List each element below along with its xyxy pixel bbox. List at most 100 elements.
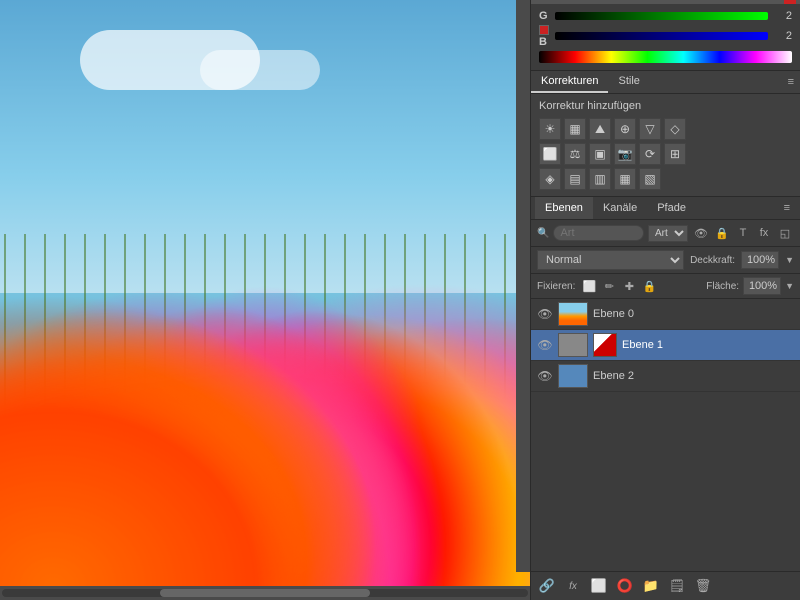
korrektur-icons-row2: ⬜ ⚖ ▣ 📷 ⟳ ⊞: [539, 143, 792, 165]
layer-thumbnail-ebene2: [558, 364, 588, 388]
canvas-scrollbar-horizontal[interactable]: [0, 586, 530, 600]
layers-tabs: Ebenen Kanäle Pfade ≡: [531, 197, 800, 220]
flaeche-label: Fläche:: [706, 281, 739, 292]
layer-item-ebene1[interactable]: 👁 Ebene 1: [531, 330, 800, 361]
layer-name-ebene0: Ebene 0: [593, 308, 794, 320]
korr-bw-icon[interactable]: ▣: [589, 143, 611, 165]
thumb-mask-bg: [559, 334, 587, 356]
korr-brightness-icon[interactable]: ☀: [539, 118, 561, 140]
korr-curves-icon[interactable]: ⛰: [589, 118, 611, 140]
tab-stile[interactable]: Stile: [608, 71, 649, 93]
layer-mask-ebene1: [593, 333, 617, 357]
fixieren-label: Fixieren:: [537, 281, 575, 292]
fix-lock-icon[interactable]: 🔒: [641, 278, 657, 294]
b-channel-slider[interactable]: [555, 32, 768, 40]
korr-vibrance-icon[interactable]: ◇: [664, 118, 686, 140]
g-channel-value: 2: [772, 10, 792, 22]
color-gradient-bar[interactable]: [539, 51, 792, 63]
group-icon[interactable]: 📁: [641, 576, 661, 596]
channel-row-b: B 2: [539, 24, 792, 48]
tulips-flowers: [0, 176, 530, 586]
korr-invert-icon[interactable]: ◈: [539, 168, 561, 190]
layer-name-ebene1: Ebene 1: [622, 339, 794, 351]
blend-mode-row: Normal Deckkraft: ▼: [531, 247, 800, 274]
layers-list: 👁 Ebene 0 👁 Ebene 1 👁: [531, 299, 800, 571]
delete-layer-icon[interactable]: 🗑: [693, 576, 713, 596]
g-slider-fill: [555, 12, 768, 20]
thumb-blue-bg: [559, 365, 587, 387]
korr-gradient-icon[interactable]: ▽: [639, 118, 661, 140]
link-icon[interactable]: 🔗: [537, 576, 557, 596]
layers-toolbar: 🔍 Art 👁 🔒 T fx ◱: [531, 220, 800, 247]
layers-search-box[interactable]: [553, 225, 644, 241]
korrekturen-panel: Korrektur hinzufügen ☀ ▦ ⛰ ⊕ ▽ ◇ ⬜ ⚖ ▣ 📷…: [531, 94, 800, 197]
channel-row-g: G 2: [539, 10, 792, 22]
korr-gradient2-icon[interactable]: ▦: [614, 168, 636, 190]
fx-icon[interactable]: fx: [563, 576, 583, 596]
layer-item-ebene2[interactable]: 👁 Ebene 2: [531, 361, 800, 392]
tab-ebenen[interactable]: Ebenen: [535, 197, 593, 219]
mask-icon[interactable]: ⭕: [615, 576, 635, 596]
blend-mode-select[interactable]: Normal: [537, 250, 684, 270]
layers-tab-menu[interactable]: ≡: [778, 197, 796, 219]
layer-thumbnail-ebene0: [558, 302, 588, 326]
tab-pfade[interactable]: Pfade: [647, 197, 696, 219]
canvas-area: [0, 0, 530, 600]
panel-menu-button[interactable]: ≡: [782, 72, 800, 92]
opacity-label: Deckkraft:: [690, 255, 735, 266]
canvas-content: [0, 0, 530, 586]
layer-item-ebene0[interactable]: 👁 Ebene 0: [531, 299, 800, 330]
tab-korrekturen[interactable]: Korrekturen: [531, 71, 608, 93]
fix-pixel-icon[interactable]: ⬜: [581, 278, 597, 294]
color-channels-panel: G 2 B 2: [531, 4, 800, 71]
layer-eye-ebene2[interactable]: 👁: [537, 368, 553, 384]
korr-grid-icon[interactable]: ⊞: [664, 143, 686, 165]
korrektur-icons-row1: ☀ ▦ ⛰ ⊕ ▽ ◇: [539, 118, 792, 140]
scrollbar-track-h: [2, 589, 528, 597]
layer-effect-icon[interactable]: fx: [755, 224, 773, 242]
layer-visibility-icon[interactable]: 👁: [692, 224, 710, 242]
cloud-2: [200, 50, 320, 90]
flaeche-input[interactable]: [743, 277, 781, 295]
korr-hue-icon[interactable]: ⬜: [539, 143, 561, 165]
korr-threshold-icon[interactable]: ▥: [589, 168, 611, 190]
fix-brush-icon[interactable]: ✏: [601, 278, 617, 294]
b-channel-label: B: [539, 24, 551, 48]
opacity-input[interactable]: [741, 251, 779, 269]
korr-selectivecolor-icon[interactable]: ▧: [639, 168, 661, 190]
korr-levels-icon[interactable]: ▦: [564, 118, 586, 140]
canvas-scrollbar-vertical[interactable]: [516, 0, 530, 572]
layers-search-input[interactable]: [560, 227, 637, 239]
layer-lock-icon[interactable]: 🔒: [713, 224, 731, 242]
search-icon: 🔍: [537, 228, 549, 239]
g-channel-slider[interactable]: [555, 12, 768, 20]
layer-smart-icon[interactable]: ◱: [776, 224, 794, 242]
g-channel-label: G: [539, 10, 551, 22]
layer-eye-ebene0[interactable]: 👁: [537, 306, 553, 322]
korr-poster-icon[interactable]: ▤: [564, 168, 586, 190]
thumb-red-square: [594, 334, 616, 356]
flaeche-arrow[interactable]: ▼: [785, 281, 794, 291]
layers-bottom-toolbar: 🔗 fx ⬜ ⭕ 📁 🗒 🗑: [531, 571, 800, 600]
thumb-tulips-bg: [559, 303, 587, 325]
scrollbar-thumb-h[interactable]: [160, 589, 370, 597]
adjustment-icon[interactable]: ⬜: [589, 576, 609, 596]
right-panel: G 2 B 2 Korrekturen Stile: [530, 0, 800, 600]
korr-photo-icon[interactable]: 📷: [614, 143, 636, 165]
new-layer-icon[interactable]: 🗒: [667, 576, 687, 596]
korrekturen-stile-tabs: Korrekturen Stile ≡: [531, 71, 800, 94]
layer-text-icon[interactable]: T: [734, 224, 752, 242]
korr-exposure-icon[interactable]: ⊕: [614, 118, 636, 140]
tab-kanaele[interactable]: Kanäle: [593, 197, 647, 219]
fix-move-icon[interactable]: ✚: [621, 278, 637, 294]
layer-name-ebene2: Ebene 2: [593, 370, 794, 382]
fixieren-row: Fixieren: ⬜ ✏ ✚ 🔒 Fläche: ▼: [531, 274, 800, 299]
korr-channel-icon[interactable]: ⟳: [639, 143, 661, 165]
opacity-arrow[interactable]: ▼: [785, 255, 794, 265]
layer-eye-ebene1[interactable]: 👁: [537, 337, 553, 353]
korrektur-icons-row3: ◈ ▤ ▥ ▦ ▧: [539, 168, 792, 190]
korr-colorbalance-icon[interactable]: ⚖: [564, 143, 586, 165]
layer-thumbnail-ebene1: [558, 333, 588, 357]
korrektur-title: Korrektur hinzufügen: [539, 100, 792, 112]
filter-type-select[interactable]: Art: [648, 225, 688, 242]
